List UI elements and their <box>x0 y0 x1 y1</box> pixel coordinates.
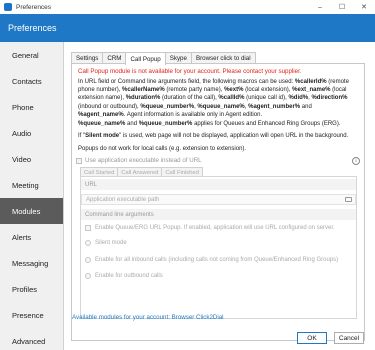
silent-mode-radio[interactable] <box>85 240 91 246</box>
sidebar-item-profiles[interactable]: Profiles <box>0 276 63 302</box>
call-event-panel: URL Application executable path Command … <box>80 176 357 319</box>
sidebar-item-video[interactable]: Video <box>0 146 63 172</box>
enable-queue-label: Enable Queue/ERG URL Popup. If enabled, … <box>95 225 335 231</box>
sidebar-item-contacts[interactable]: Contacts <box>0 68 63 94</box>
maximize-icon[interactable]: ☐ <box>331 0 353 14</box>
app-icon <box>4 3 12 11</box>
window-controls: – ☐ ✕ <box>309 0 375 14</box>
silent-mode-label: Silent mode <box>95 240 127 246</box>
sidebar-item-advanced[interactable]: Advanced <box>0 328 63 350</box>
preferences-header: Preferences <box>0 14 375 42</box>
enable-inbound-radio[interactable] <box>85 257 91 263</box>
info-icon[interactable]: i <box>352 157 360 165</box>
silent-mode-note: If "Silent mode" is used, web page will … <box>78 133 349 139</box>
sidebar-item-alerts[interactable]: Alerts <box>0 224 63 250</box>
sidebar-item-presence[interactable]: Presence <box>0 302 63 328</box>
call-popup-panel: Call Popup module is not available for y… <box>71 63 365 341</box>
use-application-label: Use application executable instead of UR… <box>85 157 202 164</box>
enable-queue-option[interactable]: Enable Queue/ERG URL Popup. If enabled, … <box>85 225 335 231</box>
folder-icon[interactable] <box>345 197 352 202</box>
ok-button[interactable]: OK <box>297 332 327 344</box>
sidebar-item-audio[interactable]: Audio <box>0 120 63 146</box>
enable-inbound-option[interactable]: Enable for all inbound calls (including … <box>85 257 338 263</box>
sidebar-item-modules[interactable]: Modules <box>0 198 63 224</box>
local-calls-note: Popups do not work for local calls (e.g.… <box>78 146 247 152</box>
use-application-checkbox-row[interactable]: Use application executable instead of UR… <box>76 157 202 164</box>
command-args-title: Command line arguments <box>81 209 356 220</box>
enable-inbound-label: Enable for all inbound calls (including … <box>95 257 339 263</box>
sidebar-item-messaging[interactable]: Messaging <box>0 250 63 276</box>
close-icon[interactable]: ✕ <box>353 0 375 14</box>
use-application-checkbox[interactable] <box>76 157 82 164</box>
enable-outbound-label: Enable for outbound calls <box>95 273 163 279</box>
cancel-button[interactable]: Cancel <box>334 332 364 344</box>
modules-content: Settings CRM Call Popup Skype Browser cl… <box>64 42 375 350</box>
queue-macros-note: %queue_name% and %queue_number% applies … <box>78 121 341 127</box>
app-path-placeholder: Application executable path <box>86 196 160 203</box>
sidebar-item-meeting[interactable]: Meeting <box>0 172 63 198</box>
enable-queue-checkbox[interactable] <box>85 225 91 231</box>
enable-outbound-radio[interactable] <box>85 273 91 279</box>
sidebar-item-general[interactable]: General <box>0 42 63 68</box>
macros-description: In URL field or Command line arguments f… <box>78 79 349 118</box>
sidebar-item-phone[interactable]: Phone <box>0 94 63 120</box>
available-modules-link[interactable]: Available modules for your account: Brow… <box>72 314 224 321</box>
window-titlebar: Preferences – ☐ ✕ <box>0 0 375 14</box>
app-path-input[interactable]: Application executable path <box>81 194 356 205</box>
url-section-title: URL <box>81 179 356 190</box>
minimize-icon[interactable]: – <box>309 0 331 14</box>
header-title: Preferences <box>8 23 57 33</box>
sidebar: General Contacts Phone Audio Video Meeti… <box>0 42 64 350</box>
silent-mode-option[interactable]: Silent mode <box>85 240 127 246</box>
enable-outbound-option[interactable]: Enable for outbound calls <box>85 273 163 279</box>
tab-call-popup[interactable]: Call Popup <box>125 52 166 65</box>
module-unavailable-warning: Call Popup module is not available for y… <box>78 68 302 75</box>
window-title: Preferences <box>16 3 52 11</box>
